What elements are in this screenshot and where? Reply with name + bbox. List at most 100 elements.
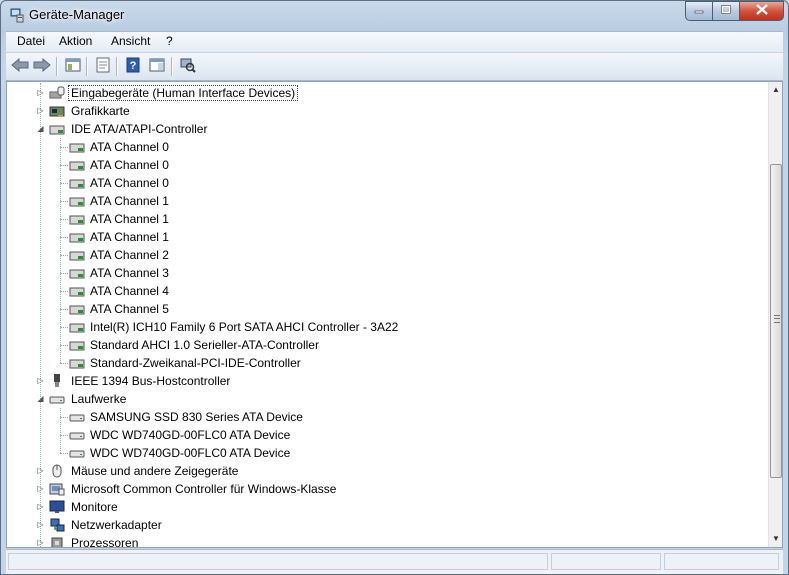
tree-category-netzwerkadapter[interactable]: ▷ Netzwerkadapter bbox=[7, 516, 767, 534]
tree-item-label: Grafikkarte bbox=[71, 104, 130, 118]
tree-item-label: Laufwerke bbox=[71, 392, 127, 406]
tree-device-item[interactable]: SAMSUNG SSD 830 Series ATA Device bbox=[7, 408, 767, 426]
status-bar bbox=[6, 549, 783, 574]
menu-ansicht[interactable]: Ansicht bbox=[111, 34, 150, 48]
tree-item-label: Netzwerkadapter bbox=[71, 518, 162, 532]
mouse-icon bbox=[49, 463, 65, 479]
tree-category-m-use-und-andere-zeigeger-te[interactable]: ▷ Mäuse und andere Zeigegeräte bbox=[7, 462, 767, 480]
tree-item-label: Prozessoren bbox=[71, 536, 139, 548]
help-button[interactable]: ? bbox=[123, 57, 143, 75]
tree-category-eingabeger-te-human-interface-devices[interactable]: ▷ Eingabegeräte (Human Interface Devices) bbox=[7, 84, 767, 102]
tree-item-label: ATA Channel 3 bbox=[90, 266, 169, 280]
tree-device-item[interactable]: ATA Channel 1 bbox=[7, 192, 767, 210]
tree-category-microsoft-common-controller-f-r-windows-klasse[interactable]: ▷ Microsoft Common Controller für Windows… bbox=[7, 480, 767, 498]
tree-item-label: WDC WD740GD-00FLC0 ATA Device bbox=[90, 428, 291, 442]
ide-channel-icon bbox=[69, 175, 85, 191]
help-icon: ? bbox=[126, 57, 140, 76]
scroll-down-button[interactable]: ▼ bbox=[769, 531, 782, 547]
ide-channel-icon bbox=[69, 355, 85, 371]
menu-aktion[interactable]: Aktion bbox=[59, 34, 92, 48]
expand-arrow-icon[interactable]: ▷ bbox=[36, 88, 45, 97]
toolbar: ? bbox=[6, 52, 783, 81]
scan-hardware-icon bbox=[180, 57, 196, 76]
ide-channel-icon bbox=[69, 265, 85, 281]
tree-category-grafikkarte[interactable]: ▷ Grafikkarte bbox=[7, 102, 767, 120]
tree-item-label: WDC WD740GD-00FLC0 ATA Device bbox=[90, 446, 291, 460]
toolbar-separator bbox=[171, 57, 173, 76]
device-manager-icon bbox=[9, 7, 25, 23]
tree-item-label: Mäuse und andere Zeigegeräte bbox=[71, 464, 239, 478]
show-hide-console-tree-button[interactable] bbox=[63, 57, 83, 75]
tree-device-item[interactable]: ATA Channel 4 bbox=[7, 282, 767, 300]
tree-item-label: ATA Channel 1 bbox=[90, 212, 169, 226]
tree-device-item[interactable]: Standard AHCI 1.0 Serieller-ATA-Controll… bbox=[7, 336, 767, 354]
tree-category-laufwerke[interactable]: ◢ Laufwerke bbox=[7, 390, 767, 408]
ide-controller-icon bbox=[49, 121, 65, 137]
tree-device-item[interactable]: ATA Channel 0 bbox=[7, 138, 767, 156]
tree-item-label: Intel(R) ICH10 Family 6 Port SATA AHCI C… bbox=[90, 320, 399, 334]
tree-item-label: ATA Channel 0 bbox=[90, 158, 169, 172]
expand-arrow-icon[interactable]: ▷ bbox=[36, 106, 45, 115]
expand-arrow-icon[interactable]: ▷ bbox=[36, 520, 45, 529]
tree-connector-line bbox=[60, 138, 61, 363]
toolbar-separator bbox=[116, 57, 118, 76]
expand-arrow-icon[interactable]: ▷ bbox=[36, 502, 45, 511]
tree-device-item[interactable]: WDC WD740GD-00FLC0 ATA Device bbox=[7, 444, 767, 462]
minimize-button[interactable] bbox=[685, 1, 713, 21]
tree-item-label: Standard-Zweikanal-PCI-IDE-Controller bbox=[90, 356, 301, 370]
forward-button[interactable] bbox=[32, 57, 52, 75]
show-action-pane-button[interactable] bbox=[147, 57, 167, 75]
title-bar[interactable]: Geräte-Manager bbox=[1, 1, 788, 31]
disk-drive-icon bbox=[49, 391, 65, 407]
collapse-arrow-icon[interactable]: ◢ bbox=[36, 394, 45, 403]
ide-channel-icon bbox=[69, 157, 85, 173]
tree-device-item[interactable]: WDC WD740GD-00FLC0 ATA Device bbox=[7, 426, 767, 444]
status-segment bbox=[8, 553, 548, 570]
maximize-button[interactable] bbox=[712, 1, 740, 21]
arrow-right-icon bbox=[33, 57, 51, 75]
properties-icon bbox=[95, 57, 111, 76]
tree-item-label: ATA Channel 1 bbox=[90, 194, 169, 208]
tree-device-item[interactable]: Standard-Zweikanal-PCI-IDE-Controller bbox=[7, 354, 767, 372]
tree-item-label: ATA Channel 0 bbox=[90, 176, 169, 190]
console-tree-icon bbox=[65, 58, 81, 75]
back-button[interactable] bbox=[10, 57, 30, 75]
collapse-arrow-icon[interactable]: ◢ bbox=[36, 124, 45, 133]
tree-item-label: SAMSUNG SSD 830 Series ATA Device bbox=[90, 410, 303, 424]
tree-item-label: ATA Channel 4 bbox=[90, 284, 169, 298]
tree-device-item[interactable]: ATA Channel 2 bbox=[7, 246, 767, 264]
tree-device-item[interactable]: ATA Channel 5 bbox=[7, 300, 767, 318]
menu-datei[interactable]: Datei bbox=[17, 34, 45, 48]
expand-arrow-icon[interactable]: ▷ bbox=[36, 484, 45, 493]
tree-category-ieee-1394-bus-hostcontroller[interactable]: ▷ IEEE 1394 Bus-Hostcontroller bbox=[7, 372, 767, 390]
tree-category-ide-ata-atapi-controller[interactable]: ◢ IDE ATA/ATAPI-Controller bbox=[7, 120, 767, 138]
scroll-up-button[interactable]: ▲ bbox=[769, 82, 782, 98]
expand-arrow-icon[interactable]: ▷ bbox=[36, 538, 45, 547]
device-tree-pane: ▷ Eingabegeräte (Human Interface Devices)… bbox=[6, 81, 783, 548]
tree-item-label: Microsoft Common Controller für Windows-… bbox=[71, 482, 337, 496]
menu-help[interactable]: ? bbox=[166, 34, 173, 48]
expand-arrow-icon[interactable]: ▷ bbox=[36, 376, 45, 385]
hid-icon bbox=[49, 85, 65, 101]
expand-arrow-icon[interactable]: ▷ bbox=[36, 466, 45, 475]
properties-button[interactable] bbox=[93, 57, 113, 75]
arrow-left-icon bbox=[11, 57, 29, 75]
tree-device-item[interactable]: ATA Channel 0 bbox=[7, 174, 767, 192]
close-button[interactable] bbox=[739, 1, 784, 21]
tree-category-monitore[interactable]: ▷ Monitore bbox=[7, 498, 767, 516]
monitor-icon bbox=[49, 499, 65, 515]
display-adapter-icon bbox=[49, 103, 65, 119]
scan-hardware-button[interactable] bbox=[178, 57, 198, 75]
vertical-scrollbar[interactable]: ▲ ▼ bbox=[768, 82, 782, 547]
network-adapter-icon bbox=[49, 517, 65, 533]
tree-device-item[interactable]: ATA Channel 3 bbox=[7, 264, 767, 282]
tree-device-item[interactable]: ATA Channel 1 bbox=[7, 210, 767, 228]
status-segment bbox=[664, 553, 779, 570]
tree-device-item[interactable]: ATA Channel 1 bbox=[7, 228, 767, 246]
tree-device-item[interactable]: ATA Channel 0 bbox=[7, 156, 767, 174]
tree-category-prozessoren[interactable]: ▷ Prozessoren bbox=[7, 534, 767, 548]
tree-item-label: IEEE 1394 Bus-Hostcontroller bbox=[71, 374, 231, 388]
close-icon bbox=[755, 4, 768, 18]
tree-device-item[interactable]: Intel(R) ICH10 Family 6 Port SATA AHCI C… bbox=[7, 318, 767, 336]
scrollbar-thumb[interactable] bbox=[770, 164, 782, 478]
